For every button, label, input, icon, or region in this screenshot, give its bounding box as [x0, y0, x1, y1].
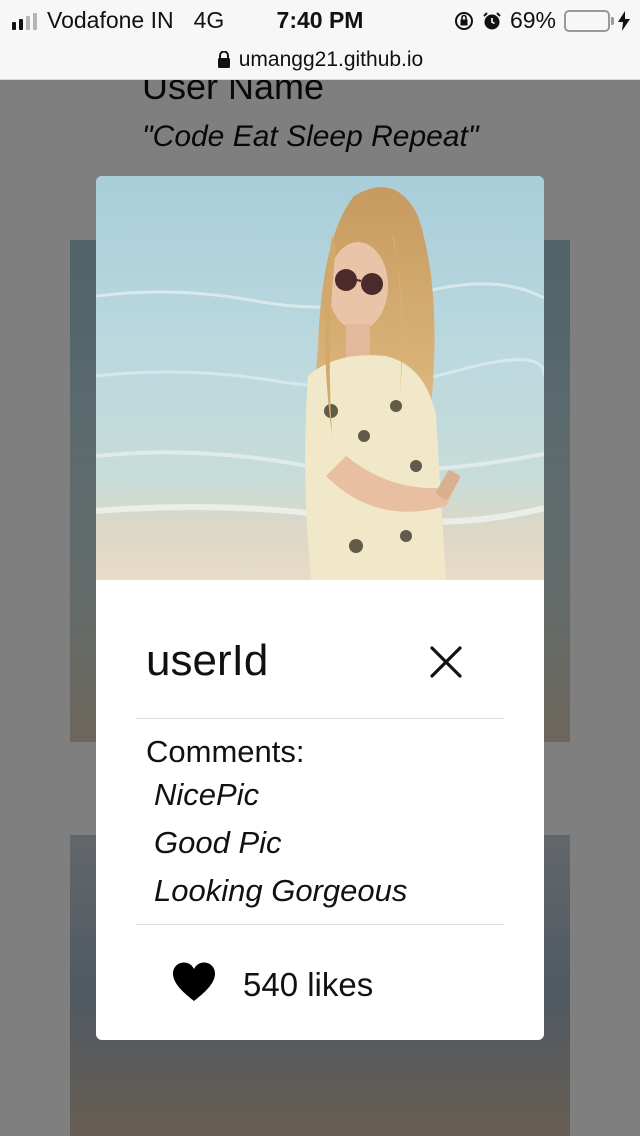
battery-percent: 69%: [509, 7, 556, 33]
comments-list: NicePic Good Pic Looking Gorgeous: [154, 776, 407, 920]
divider: [136, 924, 504, 925]
url-text[interactable]: umangg21.github.io: [239, 48, 423, 72]
network-type: 4G: [193, 7, 225, 33]
comments-heading: Comments:: [146, 734, 305, 769]
comment-item: NicePic: [154, 777, 260, 812]
rotation-lock-icon: [454, 11, 473, 30]
comment-item: Good Pic: [154, 825, 282, 860]
post-user-id: userId: [146, 636, 269, 685]
post-photo: [96, 176, 544, 580]
close-icon[interactable]: [426, 642, 466, 682]
likes-count: 540 likes: [243, 966, 374, 1003]
close-button[interactable]: [426, 642, 466, 682]
status-bar-right: 69%: [454, 7, 630, 34]
divider: [136, 718, 504, 719]
status-bar-left: Vodafone IN 4G: [12, 7, 224, 34]
carrier-name: Vodafone IN: [47, 7, 174, 33]
address-bar[interactable]: umangg21.github.io: [0, 40, 640, 80]
status-bar: Vodafone IN 4G 7:40 PM 69%: [0, 0, 640, 40]
alarm-icon: [483, 11, 501, 29]
signal-strength-icon: [12, 12, 37, 30]
heart-icon[interactable]: [172, 962, 216, 1002]
comment-item: Looking Gorgeous: [154, 873, 408, 908]
charging-bolt-icon: [618, 10, 630, 31]
post-modal: userId Comments: NicePic Good Pic Lookin…: [96, 176, 544, 1040]
battery-icon: [564, 9, 614, 32]
like-button[interactable]: [172, 962, 216, 1002]
lock-icon: [217, 51, 230, 68]
